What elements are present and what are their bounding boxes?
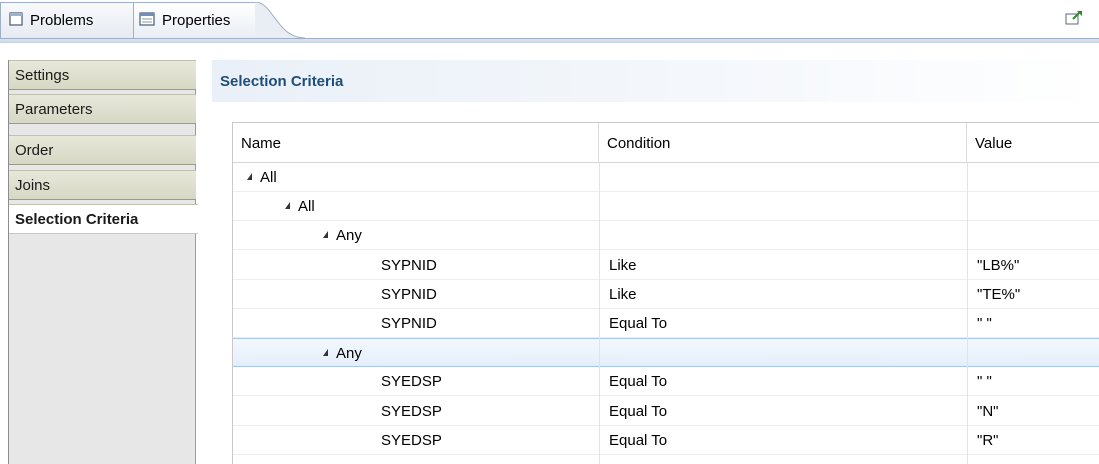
expand-triangle-icon[interactable] — [285, 202, 290, 210]
category-order[interactable]: Order — [9, 135, 196, 165]
column-header-name[interactable]: Name — [233, 123, 599, 163]
properties-icon — [139, 11, 155, 30]
cell-name: SYEDSP — [381, 397, 442, 426]
cell-value[interactable]: "LB%" — [977, 251, 1019, 280]
category-label: Selection Criteria — [15, 210, 139, 228]
tab-properties-label: Properties — [162, 12, 231, 29]
tab-properties[interactable]: Properties — [134, 2, 258, 38]
column-header-label: Name — [241, 134, 282, 152]
tab-curve — [255, 2, 305, 40]
cell-name-text: SYPNID — [381, 256, 437, 274]
expand-triangle-icon[interactable] — [323, 349, 328, 357]
cell-value[interactable]: "TE%" — [977, 280, 1020, 309]
cell-name: SYPNID — [381, 251, 437, 280]
cell-name: Any — [323, 339, 362, 368]
cell-name-text: SYPNID — [381, 315, 437, 332]
category-settings[interactable]: Settings — [9, 60, 196, 90]
cell-name-text: SYEDSP — [381, 431, 442, 449]
table-header: Name Condition Value — [233, 123, 1099, 163]
category-parameters[interactable]: Parameters — [9, 94, 196, 124]
cell-condition[interactable]: Equal To — [609, 367, 667, 396]
column-header-value[interactable]: Value — [967, 123, 1099, 163]
cell-name-text: All — [298, 198, 315, 216]
section-header: Selection Criteria — [212, 60, 1099, 102]
table-row[interactable]: SYPNID Like "TE%" — [233, 280, 1099, 309]
cell-condition[interactable]: Like — [609, 251, 637, 280]
cell-name: SYPNID — [381, 280, 437, 309]
category-label: Parameters — [15, 100, 93, 118]
category-joins[interactable]: Joins — [9, 170, 196, 200]
cell-name-text: All — [260, 169, 277, 186]
column-header-label: Value — [975, 134, 1013, 152]
table-row[interactable]: SYPNID Like "LB%" — [233, 251, 1099, 280]
cell-name: SYEDSP — [381, 367, 442, 396]
cell-name-text: SYEDSP — [381, 402, 442, 420]
tab-problems-label: Problems — [30, 12, 94, 29]
cell-name-text: SYPNID — [381, 285, 437, 303]
cell-condition[interactable]: Equal To — [609, 426, 667, 455]
problems-icon — [9, 11, 23, 30]
cell-name: All — [247, 163, 277, 192]
category-label: Joins — [15, 176, 51, 194]
cell-name: All — [285, 192, 315, 221]
category-selection-criteria[interactable]: Selection Criteria — [9, 204, 198, 234]
cell-condition[interactable]: Equal To — [609, 309, 667, 338]
cell-value[interactable]: " " — [977, 367, 992, 396]
cell-condition[interactable]: Like — [609, 280, 637, 309]
tab-underline — [0, 38, 1099, 43]
criteria-tree-table[interactable]: Name Condition Value All All Any SYPNID Like… — [232, 122, 1099, 464]
cell-name: SYEDSP — [381, 426, 442, 455]
category-label: Settings — [15, 66, 70, 84]
table-row[interactable]: Any — [233, 221, 1099, 251]
view-tab-bar: Problems Properties — [0, 0, 1099, 40]
cell-name: Any — [323, 221, 362, 250]
cell-condition[interactable]: Equal To — [609, 397, 667, 426]
table-row[interactable]: SYPNID Equal To " " — [233, 309, 1099, 338]
cell-value[interactable]: "N" — [977, 397, 998, 426]
pin-view-icon[interactable] — [1065, 10, 1083, 26]
section-title: Selection Criteria — [220, 72, 344, 90]
column-header-condition[interactable]: Condition — [599, 123, 967, 163]
cell-value[interactable]: " " — [977, 309, 992, 338]
table-row[interactable]: SYEDSP Equal To " " — [233, 367, 1099, 397]
expand-triangle-icon[interactable] — [247, 173, 252, 180]
table-row[interactable]: SYEDSP Equal To "N" — [233, 397, 1099, 426]
category-label: Order — [15, 141, 54, 159]
table-row[interactable]: All — [233, 192, 1099, 222]
expand-triangle-icon[interactable] — [323, 231, 328, 239]
column-divider — [967, 163, 968, 464]
cell-name-text: SYEDSP — [381, 373, 442, 391]
column-header-label: Condition — [607, 134, 671, 152]
table-row[interactable]: All — [233, 163, 1099, 192]
cell-name: SYPNID — [381, 309, 437, 338]
cell-name-text: Any — [336, 345, 362, 363]
table-row[interactable]: Any — [233, 338, 1099, 368]
cell-value[interactable]: "R" — [977, 426, 998, 455]
cell-name-text: Any — [336, 227, 362, 245]
table-row[interactable]: SYEDSP Equal To "R" — [233, 426, 1099, 455]
category-tabs: Settings Parameters Order Joins Selectio… — [8, 60, 198, 464]
column-divider — [599, 163, 600, 464]
tab-problems[interactable]: Problems — [0, 2, 134, 38]
